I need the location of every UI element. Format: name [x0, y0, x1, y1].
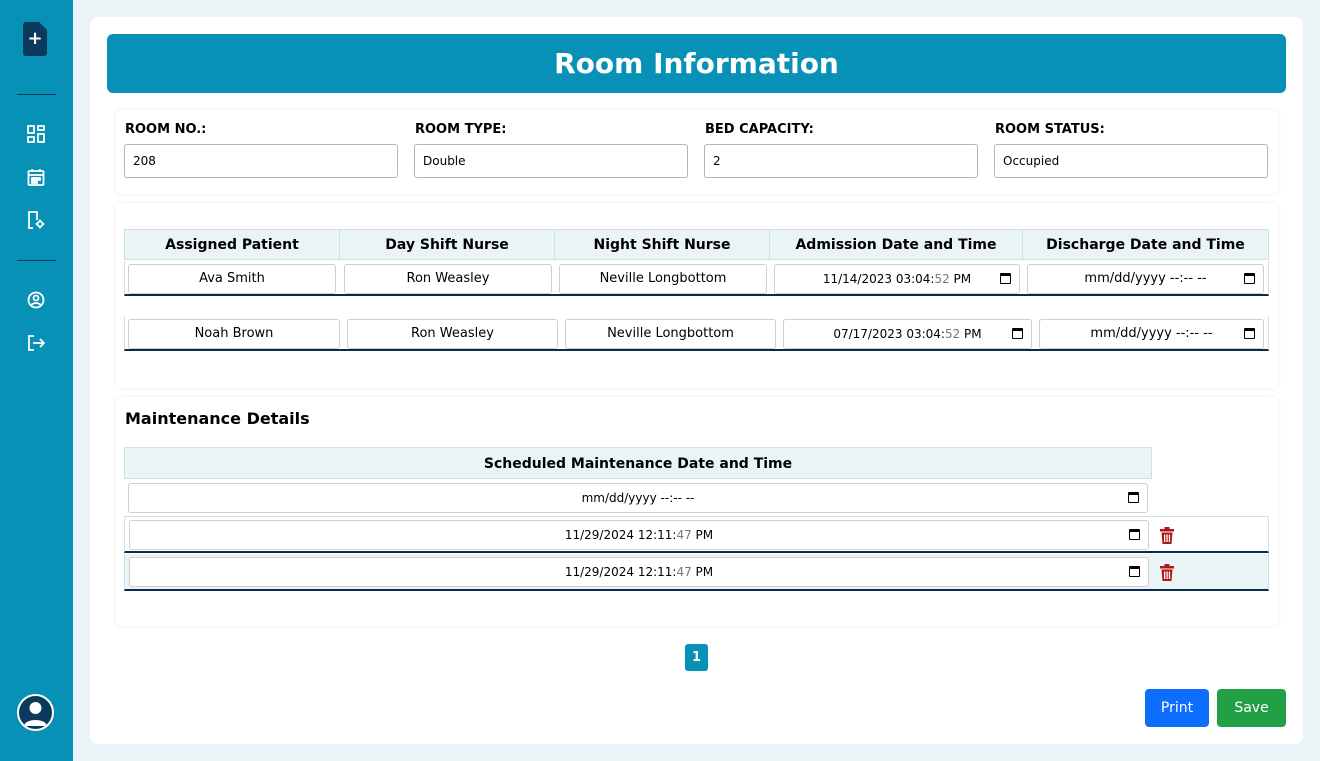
- admission-value: 11/14/2023 03:04:: [822, 272, 935, 286]
- night-nurse-field[interactable]: Neville Longbottom: [565, 319, 776, 349]
- calendar-picker-icon[interactable]: [1129, 566, 1140, 577]
- sidebar-divider: [17, 260, 56, 261]
- room-details-panel: ROOM NO.: 208 ROOM TYPE: Double BED CAPA…: [116, 110, 1278, 194]
- column-header: Assigned Patient: [125, 230, 340, 261]
- column-header: Night Shift Nurse: [555, 230, 770, 261]
- night-nurse-field[interactable]: Neville Longbottom: [559, 264, 767, 294]
- maintenance-ampm: PM: [691, 528, 714, 542]
- page-title: Room Information: [107, 34, 1286, 93]
- maintenance-placeholder: mm/dd/yyyy --:-- --: [581, 491, 695, 505]
- admission-datetime-input[interactable]: 11/14/2023 03:04:52 PM: [774, 264, 1020, 294]
- admission-datetime-input[interactable]: 07/17/2023 03:04:52 PM: [783, 319, 1032, 349]
- dashboard-icon[interactable]: [26, 124, 46, 144]
- maintenance-value: 11/29/2024 12:11:: [564, 565, 677, 579]
- room-settings-icon[interactable]: [26, 210, 46, 230]
- maintenance-datetime-input[interactable]: 11/29/2024 12:11:47 PM: [129, 557, 1149, 587]
- room-status-label: ROOM STATUS:: [995, 122, 1105, 137]
- column-header: Day Shift Nurse: [340, 230, 555, 261]
- discharge-datetime-input[interactable]: mm/dd/yyyy --:-- --: [1027, 264, 1264, 294]
- room-number-label: ROOM NO.:: [125, 122, 207, 137]
- room-type-field[interactable]: Double: [414, 144, 688, 178]
- room-type-label: ROOM TYPE:: [415, 122, 507, 137]
- calendar-picker-icon[interactable]: [1012, 328, 1023, 339]
- logo-plus-glyph: +: [27, 28, 43, 49]
- admission-value: 07/17/2023 03:04:: [833, 327, 945, 341]
- discharge-placeholder: mm/dd/yyyy --:-- --: [1090, 326, 1213, 341]
- sidebar: +: [0, 0, 73, 761]
- maintenance-row: 11/29/2024 12:11:47 PM: [124, 516, 1269, 553]
- user-avatar-icon[interactable]: [17, 694, 54, 731]
- save-button[interactable]: Save: [1217, 689, 1286, 727]
- column-header: Discharge Date and Time: [1046, 237, 1245, 253]
- admission-seconds: 52: [944, 327, 961, 341]
- discharge-datetime-input[interactable]: mm/dd/yyyy --:-- --: [1039, 319, 1264, 349]
- discharge-placeholder: mm/dd/yyyy --:-- --: [1084, 271, 1207, 286]
- calendar-picker-icon[interactable]: [1244, 273, 1255, 284]
- medical-file-logo-icon[interactable]: +: [23, 22, 47, 56]
- maintenance-seconds: 47: [676, 528, 692, 542]
- maintenance-panel: Maintenance Details Scheduled Maintenanc…: [116, 397, 1278, 626]
- profile-icon[interactable]: [26, 290, 46, 310]
- maintenance-table-header: Scheduled Maintenance Date and Time: [124, 447, 1152, 479]
- maintenance-datetime-input[interactable]: 11/29/2024 12:11:47 PM: [129, 520, 1149, 550]
- print-button[interactable]: Print: [1145, 689, 1209, 727]
- patients-panel: Assigned Patient Day Shift Nurse Night S…: [116, 203, 1278, 388]
- maintenance-title: Maintenance Details: [125, 409, 310, 428]
- room-status-field[interactable]: Occupied: [994, 144, 1268, 178]
- delete-trash-icon[interactable]: [1160, 527, 1174, 544]
- room-number-field[interactable]: 208: [124, 144, 398, 178]
- admission-ampm: PM: [960, 327, 982, 341]
- logout-icon[interactable]: [26, 333, 46, 353]
- patients-table-header: Assigned Patient Day Shift Nurse Night S…: [124, 229, 1269, 261]
- maintenance-datetime-input[interactable]: mm/dd/yyyy --:-- --: [128, 483, 1148, 513]
- bed-capacity-field[interactable]: 2: [704, 144, 978, 178]
- bed-capacity-label: BED CAPACITY:: [705, 122, 814, 137]
- maintenance-row: 11/29/2024 12:11:47 PM: [124, 554, 1269, 591]
- column-header: Admission Date and Time: [770, 230, 1023, 261]
- day-nurse-field[interactable]: Ron Weasley: [344, 264, 552, 294]
- pagination-page-button[interactable]: 1: [685, 644, 708, 671]
- patient-field[interactable]: Ava Smith: [128, 264, 336, 294]
- calendar-picker-icon[interactable]: [1244, 328, 1255, 339]
- main-content: Room Information ROOM NO.: 208 ROOM TYPE…: [90, 17, 1303, 744]
- delete-trash-icon[interactable]: [1160, 564, 1174, 581]
- calendar-picker-icon[interactable]: [1000, 273, 1011, 284]
- maintenance-ampm: PM: [691, 565, 714, 579]
- maintenance-new-row: mm/dd/yyyy --:-- --: [124, 480, 1269, 517]
- table-row: Noah Brown Ron Weasley Neville Longbotto…: [124, 316, 1269, 351]
- admission-seconds: 52: [934, 272, 950, 286]
- day-nurse-field[interactable]: Ron Weasley: [347, 319, 558, 349]
- table-row: Ava Smith Ron Weasley Neville Longbottom…: [124, 261, 1269, 296]
- calendar-icon[interactable]: [26, 167, 46, 187]
- calendar-picker-icon[interactable]: [1128, 492, 1139, 503]
- sidebar-divider: [17, 94, 56, 95]
- admission-ampm: PM: [949, 272, 972, 286]
- maintenance-seconds: 47: [676, 565, 692, 579]
- maintenance-value: 11/29/2024 12:11:: [564, 528, 677, 542]
- calendar-picker-icon[interactable]: [1129, 529, 1140, 540]
- patient-field[interactable]: Noah Brown: [128, 319, 340, 349]
